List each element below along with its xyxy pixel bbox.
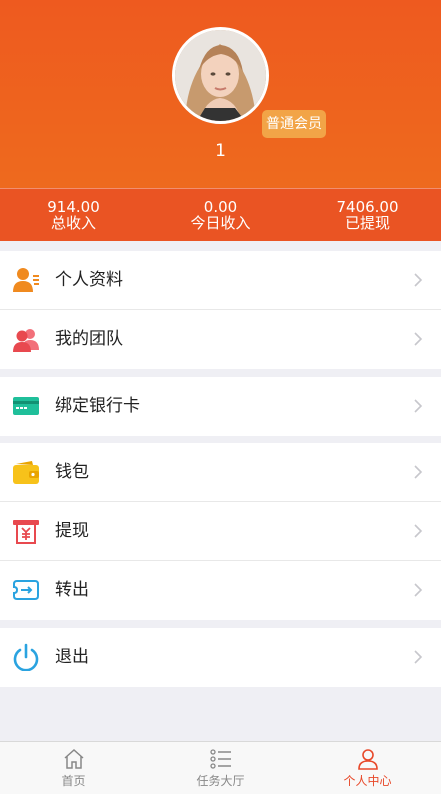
- menu-item-transfer-out[interactable]: 转出: [0, 561, 441, 620]
- chevron-right-icon: [414, 583, 423, 597]
- menu-item-withdraw[interactable]: 提现: [0, 502, 441, 561]
- bottom-tab-bar: 首页 任务大厅 个人中心: [0, 741, 441, 794]
- stat-value: 914.00: [47, 198, 100, 216]
- menu-group-logout: 退出: [0, 628, 441, 687]
- menu-item-team[interactable]: 我的团队: [0, 310, 441, 369]
- chevron-right-icon: [414, 524, 423, 538]
- wallet-icon: [13, 461, 39, 484]
- chevron-right-icon: [414, 399, 423, 413]
- home-icon: [64, 748, 83, 769]
- tab-label: 个人中心: [343, 774, 392, 788]
- power-icon: [13, 643, 39, 671]
- avatar-portrait-icon: [175, 30, 266, 121]
- stat-label: 已提现: [344, 214, 390, 232]
- stat-withdrawn: 7406.00 已提现: [294, 189, 441, 241]
- bank-card-icon: [13, 397, 39, 415]
- withdraw-icon: [13, 520, 39, 544]
- chevron-right-icon: [414, 465, 423, 479]
- stat-value: 0.00: [203, 198, 238, 216]
- menu-item-label: 转出: [55, 580, 89, 600]
- tab-task-hall[interactable]: 任务大厅: [147, 742, 294, 794]
- username: 1: [215, 141, 226, 161]
- menu-item-label: 提现: [55, 521, 89, 541]
- transfer-out-icon: [13, 580, 39, 600]
- tab-home[interactable]: 首页: [0, 742, 147, 794]
- menu-group-bank: 绑定银行卡: [0, 377, 441, 436]
- chevron-right-icon: [414, 273, 423, 287]
- stat-label: 今日收入: [190, 214, 251, 232]
- stat-today-income: 0.00 今日收入: [147, 189, 294, 241]
- profile-header: 普通会员 1: [0, 0, 441, 188]
- avatar[interactable]: [172, 27, 269, 124]
- menu-item-label: 钱包: [55, 462, 89, 482]
- stat-label: 总收入: [50, 214, 96, 232]
- menu-item-label: 个人资料: [55, 270, 123, 290]
- menu-item-profile[interactable]: 个人资料: [0, 251, 441, 310]
- tab-label: 任务大厅: [196, 774, 245, 788]
- user-icon: [357, 749, 378, 770]
- menu-item-label: 绑定银行卡: [55, 396, 140, 416]
- menu-group-account: 个人资料 我的团队: [0, 251, 441, 369]
- tab-personal-center[interactable]: 个人中心: [294, 742, 441, 794]
- menu-item-logout[interactable]: 退出: [0, 628, 441, 687]
- menu-group-finance: 钱包 提现 转出: [0, 443, 441, 620]
- menu-item-wallet[interactable]: 钱包: [0, 443, 441, 502]
- stats-bar: 914.00 总收入 0.00 今日收入 7406.00 已提现: [0, 188, 441, 241]
- menu-item-label: 我的团队: [55, 329, 123, 349]
- list-icon: [209, 749, 231, 769]
- stat-value: 7406.00: [336, 198, 399, 216]
- stat-total-income: 914.00 总收入: [0, 189, 147, 241]
- team-icon: [13, 329, 39, 352]
- member-level-badge: 普通会员: [262, 110, 326, 138]
- tab-label: 首页: [61, 774, 86, 788]
- menu-item-label: 退出: [55, 647, 89, 667]
- chevron-right-icon: [414, 650, 423, 664]
- chevron-right-icon: [414, 332, 423, 346]
- menu-item-bind-bank-card[interactable]: 绑定银行卡: [0, 377, 441, 436]
- person-info-icon: [13, 268, 39, 292]
